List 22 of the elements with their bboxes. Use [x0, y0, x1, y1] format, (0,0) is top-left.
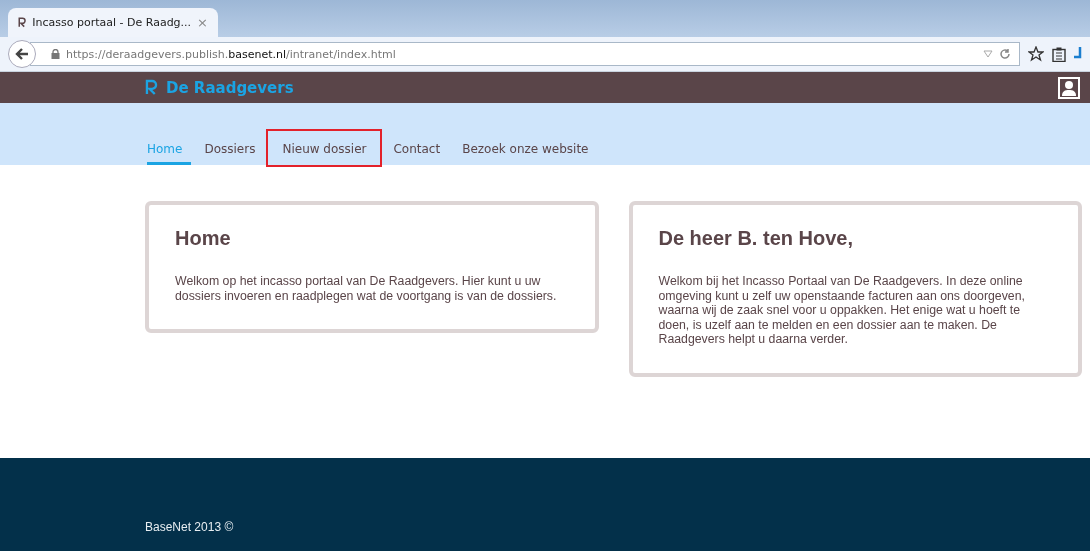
card-title: De heer B. ten Hove,	[658, 227, 854, 250]
nav-link[interactable]: Contact	[382, 129, 452, 165]
card-text: Welkom bij het Incasso Portaal van De Raadgevers. In deze online omgeving kunt u zelf uw openstaande facturen aan ons doorgeven, waarna wij de zaak snel voor u oppakken. Het enige wat u hoeft te doen, is uzelf aan te melden en een dossier aan te maken. De Raadgevers helpt u daarna verder.	[658, 274, 1026, 347]
footer-text: BaseNet 2013 ©	[145, 520, 234, 534]
logo-icon	[145, 79, 158, 96]
card-text: Welkom op het incasso portaal van De Raadgevers. Hier kunt u uw dossiers invoeren en raadplegen wat de voortgang is van de dossiers.	[175, 274, 558, 303]
logo-icon	[18, 16, 27, 29]
back-arrow-icon	[15, 48, 29, 60]
nav-link[interactable]: Dossiers	[193, 129, 267, 165]
star-icon[interactable]	[1028, 46, 1044, 62]
reload-icon[interactable]	[999, 48, 1011, 60]
address-bar[interactable]: https://deraadgevers.publish.basenet.nl/intranet/index.html	[30, 42, 1020, 66]
lock-icon	[51, 49, 60, 59]
user-icon[interactable]	[1058, 76, 1080, 99]
clipboard-icon[interactable]	[1052, 46, 1066, 62]
back-button[interactable]	[8, 40, 36, 68]
browser-tab[interactable]: Incasso portaal - De Raadg... ×	[8, 8, 218, 37]
nav-link[interactable]: Nieuw dossier	[266, 129, 383, 167]
tab-title: Incasso portaal - De Raadg...	[32, 16, 192, 29]
nav-link[interactable]: Bezoek onze website	[451, 129, 600, 165]
download-icon[interactable]	[1074, 47, 1082, 61]
card-title: Home	[175, 227, 232, 250]
